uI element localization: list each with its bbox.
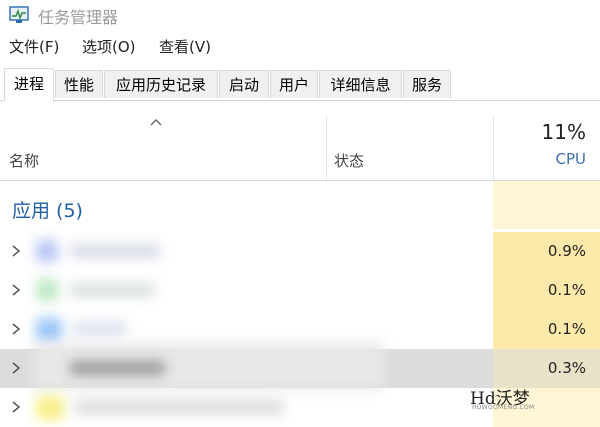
chevron-right-icon[interactable] [10, 361, 22, 375]
redacted-app-name [70, 283, 155, 297]
cpu-cell: 0.1% [493, 271, 600, 310]
watermark-url: HDWOOMENG.COM [472, 404, 535, 411]
window-title: 任务管理器 [38, 8, 119, 27]
column-status[interactable]: 状态 [334, 150, 364, 171]
column-name[interactable]: 名称 [9, 150, 39, 171]
tab-users[interactable]: 用户 [270, 70, 318, 98]
process-row-selected[interactable]: 0.3% [0, 343, 600, 389]
redacted-app-name [72, 322, 127, 336]
tab-details[interactable]: 详细信息 [319, 70, 402, 98]
tab-strip: 进程 性能 应用历史记录 启动 用户 详细信息 服务 [0, 68, 600, 101]
redacted-app-icon [36, 396, 64, 420]
menu-options[interactable]: 选项(O) [80, 36, 138, 57]
redacted-app-name [74, 400, 284, 414]
tab-performance[interactable]: 性能 [55, 70, 103, 98]
title-bar: 任务管理器 [0, 0, 600, 32]
cpu-value: 0.1% [547, 281, 586, 299]
group-cpu-cell [493, 181, 600, 229]
redacted-app-icon [36, 318, 62, 342]
cpu-value: 0.3% [547, 359, 586, 377]
chevron-right-icon[interactable] [10, 322, 22, 336]
sort-ascending-icon[interactable] [148, 116, 164, 128]
redacted-app-icon [36, 240, 58, 262]
menu-file[interactable]: 文件(F) [7, 36, 61, 57]
redacted-app-name [70, 361, 165, 375]
cpu-cell: 0.9% [493, 232, 600, 271]
menu-bar: 文件(F) 选项(O) 查看(V) [0, 36, 600, 60]
cpu-cell: 0.3% [493, 349, 600, 388]
task-manager-icon [9, 6, 29, 23]
group-apps-heading[interactable]: 应用 (5) [12, 196, 83, 223]
cpu-value: 0.1% [547, 320, 586, 338]
menu-view[interactable]: 查看(V) [157, 36, 213, 57]
column-header: 名称 状态 11% CPU [0, 116, 600, 181]
tab-services[interactable]: 服务 [403, 70, 451, 98]
cpu-total-percent: 11% [541, 120, 586, 144]
column-divider[interactable] [493, 116, 494, 180]
redacted-app-icon [36, 279, 58, 301]
chevron-right-icon[interactable] [10, 283, 22, 297]
process-row[interactable]: 0.1% [0, 271, 600, 310]
process-row[interactable]: 0.9% [0, 232, 600, 271]
cpu-value: 0.9% [547, 242, 586, 260]
redacted-app-name [70, 244, 160, 258]
tab-startup[interactable]: 启动 [219, 70, 269, 98]
chevron-right-icon[interactable] [10, 400, 22, 414]
watermark: Hd沃梦 HDWOOMENG.COM [470, 384, 534, 414]
tab-processes[interactable]: 进程 [4, 68, 54, 101]
tab-app-history[interactable]: 应用历史记录 [104, 70, 218, 98]
cpu-cell: 0.1% [493, 310, 600, 349]
column-cpu[interactable]: CPU [556, 150, 587, 168]
column-divider[interactable] [326, 116, 327, 180]
chevron-right-icon[interactable] [10, 244, 22, 258]
